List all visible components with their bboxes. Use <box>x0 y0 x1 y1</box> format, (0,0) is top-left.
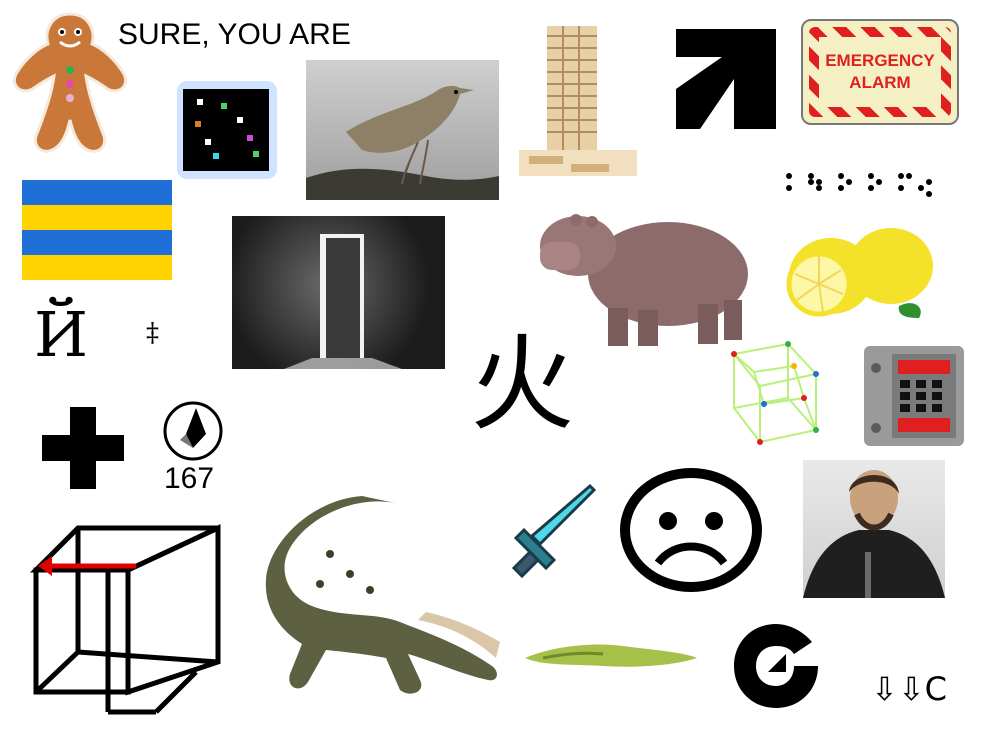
pixel-safe-icon <box>864 346 964 446</box>
striped-flag-icon <box>22 180 172 280</box>
gingerbread-icon <box>4 4 136 159</box>
compass-number: 167 <box>164 462 215 495</box>
portrait-photo <box>803 460 945 598</box>
sign-line2: ALARM <box>849 73 911 92</box>
arrow-logo-icon <box>676 29 776 129</box>
pixel-sword-icon <box>506 482 598 580</box>
compass-icon <box>162 400 224 462</box>
arrows-c-text: ⇩⇩C <box>871 670 947 708</box>
sign-line1: EMERGENCY <box>825 51 935 70</box>
wire-cube-icon <box>16 522 222 722</box>
cjk-character: 火 <box>470 323 575 445</box>
sad-face-icon <box>618 467 764 593</box>
tesseract-wire-icon <box>724 338 824 446</box>
plus-icon <box>42 407 124 489</box>
double-dagger: ‡ <box>146 318 159 348</box>
braille-dots-icon <box>783 170 938 200</box>
emergency-alarm-sign: EMERGENCY ALARM <box>801 19 959 125</box>
jenga-tower-icon <box>519 24 637 176</box>
pixel-board-icon <box>177 81 277 179</box>
lemon-icon <box>779 222 936 322</box>
caption-text: SURE, YOU ARE <box>118 18 351 51</box>
bird-photo <box>306 60 499 200</box>
cyrillic-letter: Й <box>34 298 89 371</box>
circular-logo-icon <box>732 624 822 708</box>
door-light-photo <box>232 216 445 369</box>
crocodile-icon <box>250 494 505 700</box>
grass-patch-icon <box>523 636 699 670</box>
